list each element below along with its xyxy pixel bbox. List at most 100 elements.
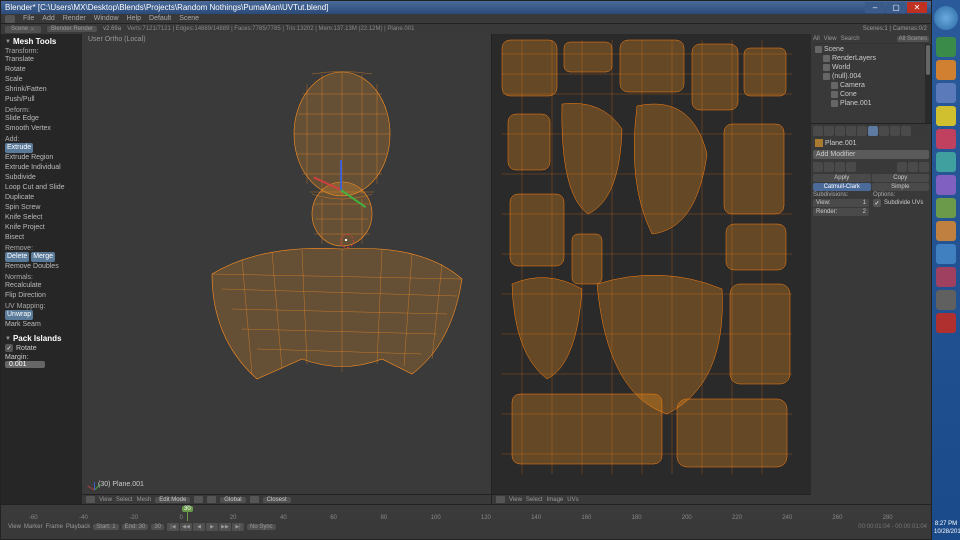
outliner-scrollbar[interactable] xyxy=(925,44,931,123)
taskbar-app-icon[interactable] xyxy=(936,198,956,218)
outliner-all[interactable]: All xyxy=(813,36,820,42)
layout-selector[interactable]: Default xyxy=(149,15,171,22)
start-frame-input[interactable]: Start: 1 xyxy=(93,524,118,530)
system-clock[interactable]: 8:27 PM 10/28/2013 xyxy=(934,520,958,536)
uv-select-menu[interactable]: Select xyxy=(526,497,543,503)
mode-selector[interactable]: Edit Mode xyxy=(155,497,190,503)
taskbar-app-icon[interactable] xyxy=(936,106,956,126)
copy-button[interactable]: Copy xyxy=(872,174,930,182)
taskbar-app-icon[interactable] xyxy=(936,221,956,241)
texture-tab-icon[interactable] xyxy=(901,126,911,136)
snap-target-selector[interactable]: Closest xyxy=(263,497,291,503)
subdivide-uvs-checkbox[interactable]: ✓ Subdivide UVs xyxy=(873,199,929,207)
catmull-clark-button[interactable]: Catmull-Clark xyxy=(813,183,871,191)
flip-direction-button[interactable]: Flip Direction xyxy=(5,291,78,301)
uv-view-menu[interactable]: View xyxy=(509,497,522,503)
snap-icon[interactable] xyxy=(250,496,259,503)
minimize-button[interactable]: – xyxy=(865,2,885,13)
pivot-icon[interactable] xyxy=(207,496,216,503)
object-name-breadcrumb[interactable]: Plane.001 xyxy=(813,138,929,148)
move-up-icon[interactable] xyxy=(897,162,907,172)
mesh-object[interactable] xyxy=(182,64,472,394)
taskbar-app-icon[interactable] xyxy=(936,313,956,333)
viewport-3d[interactable]: User Ortho (Local) xyxy=(82,34,491,504)
pack-islands-header[interactable]: Pack Islands xyxy=(5,334,78,343)
modifier-tab-icon[interactable] xyxy=(868,126,878,136)
material-tab-icon[interactable] xyxy=(890,126,900,136)
extrude-individual-button[interactable]: Extrude Individual xyxy=(5,163,78,173)
edit-icon[interactable] xyxy=(846,162,856,172)
maximize-button[interactable]: ▢ xyxy=(886,2,906,13)
constraint-tab-icon[interactable] xyxy=(857,126,867,136)
remove-doubles-button[interactable]: Remove Doubles xyxy=(5,262,78,272)
jump-end-button[interactable]: ▶| xyxy=(232,523,244,531)
end-frame-input[interactable]: End: 30 xyxy=(122,524,149,530)
recalculate-button[interactable]: Recalculate xyxy=(5,281,78,291)
jump-start-button[interactable]: |◀ xyxy=(167,523,179,531)
tree-item-null[interactable]: (null).004 xyxy=(813,72,929,81)
box-icon[interactable] xyxy=(835,162,845,172)
taskbar-app-icon[interactable] xyxy=(936,267,956,287)
uv-islands[interactable] xyxy=(492,34,812,494)
shrink-fatten-button[interactable]: Shrink/Fatten xyxy=(5,85,78,95)
render-subdiv-input[interactable]: Render:2 xyxy=(813,208,869,216)
sync-mode-selector[interactable]: No Sync xyxy=(247,524,276,530)
taskbar-app-icon[interactable] xyxy=(936,290,956,310)
subdivide-button[interactable]: Subdivide xyxy=(5,173,78,183)
extrude-region-button[interactable]: Extrude Region xyxy=(5,153,78,163)
taskbar-app-icon[interactable] xyxy=(936,129,956,149)
delete-button[interactable]: Delete xyxy=(5,252,29,262)
taskbar-app-icon[interactable] xyxy=(936,175,956,195)
tree-item-scene[interactable]: Scene xyxy=(813,45,929,54)
translate-button[interactable]: Translate xyxy=(5,55,78,65)
menu-help[interactable]: Help xyxy=(127,15,141,22)
view-subdiv-input[interactable]: View:1 xyxy=(813,199,869,207)
editor-type-icon[interactable] xyxy=(496,496,505,503)
push-pull-button[interactable]: Push/Pull xyxy=(5,95,78,105)
taskbar-app-icon[interactable] xyxy=(936,244,956,264)
simple-button[interactable]: Simple xyxy=(872,183,930,191)
duplicate-button[interactable]: Duplicate xyxy=(5,193,78,203)
render-tab-icon[interactable] xyxy=(813,126,823,136)
play-button[interactable]: ▶ xyxy=(206,523,218,531)
view-menu[interactable]: View xyxy=(99,497,112,503)
tree-item-camera[interactable]: Camera xyxy=(813,81,929,90)
viewport-uv[interactable]: View Select Image UVs xyxy=(491,34,811,504)
taskbar-app-icon[interactable] xyxy=(936,152,956,172)
menu-file[interactable]: File xyxy=(23,15,34,22)
prev-keyframe-button[interactable]: ◀◀ xyxy=(180,523,192,531)
taskbar-app-icon[interactable] xyxy=(936,83,956,103)
tl-frame-menu[interactable]: Frame xyxy=(46,524,63,530)
smooth-vertex-button[interactable]: Smooth Vertex xyxy=(5,124,78,134)
menu-add[interactable]: Add xyxy=(42,15,54,22)
menu-window[interactable]: Window xyxy=(94,15,119,22)
slide-edge-button[interactable]: Slide Edge xyxy=(5,114,78,124)
eye-icon[interactable] xyxy=(824,162,834,172)
next-keyframe-button[interactable]: ▶▶ xyxy=(219,523,231,531)
editor-type-icon[interactable] xyxy=(86,496,95,503)
close-icon[interactable]: ✕ xyxy=(30,26,35,33)
margin-input[interactable]: 0.001 xyxy=(5,361,45,368)
taskbar-app-icon[interactable] xyxy=(936,37,956,57)
uv-uvs-menu[interactable]: UVs xyxy=(567,497,578,503)
current-frame-input[interactable]: 30 xyxy=(151,524,164,530)
tree-item-cone[interactable]: Cone xyxy=(813,90,929,99)
tree-item-world[interactable]: World xyxy=(813,63,929,72)
outliner-view[interactable]: View xyxy=(824,36,837,42)
apply-button[interactable]: Apply xyxy=(813,174,871,182)
world-tab-icon[interactable] xyxy=(835,126,845,136)
tl-marker-menu[interactable]: Marker xyxy=(24,524,43,530)
timeline-ruler[interactable]: 30 -60-40-200204060801001201401601802002… xyxy=(1,505,931,521)
unwrap-button[interactable]: Unwrap xyxy=(5,310,33,320)
select-menu[interactable]: Select xyxy=(116,497,133,503)
add-modifier-button[interactable]: Add Modifier xyxy=(813,150,929,159)
menu-render[interactable]: Render xyxy=(63,15,86,22)
scene-tab-icon[interactable] xyxy=(824,126,834,136)
move-down-icon[interactable] xyxy=(908,162,918,172)
shading-icon[interactable] xyxy=(194,496,203,503)
close-button[interactable]: ✕ xyxy=(907,2,927,13)
tl-playback-menu[interactable]: Playback xyxy=(66,524,90,530)
start-button[interactable] xyxy=(934,6,958,30)
outliner-search[interactable]: Search xyxy=(841,36,860,42)
mesh-tools-header[interactable]: Mesh Tools xyxy=(5,37,78,46)
